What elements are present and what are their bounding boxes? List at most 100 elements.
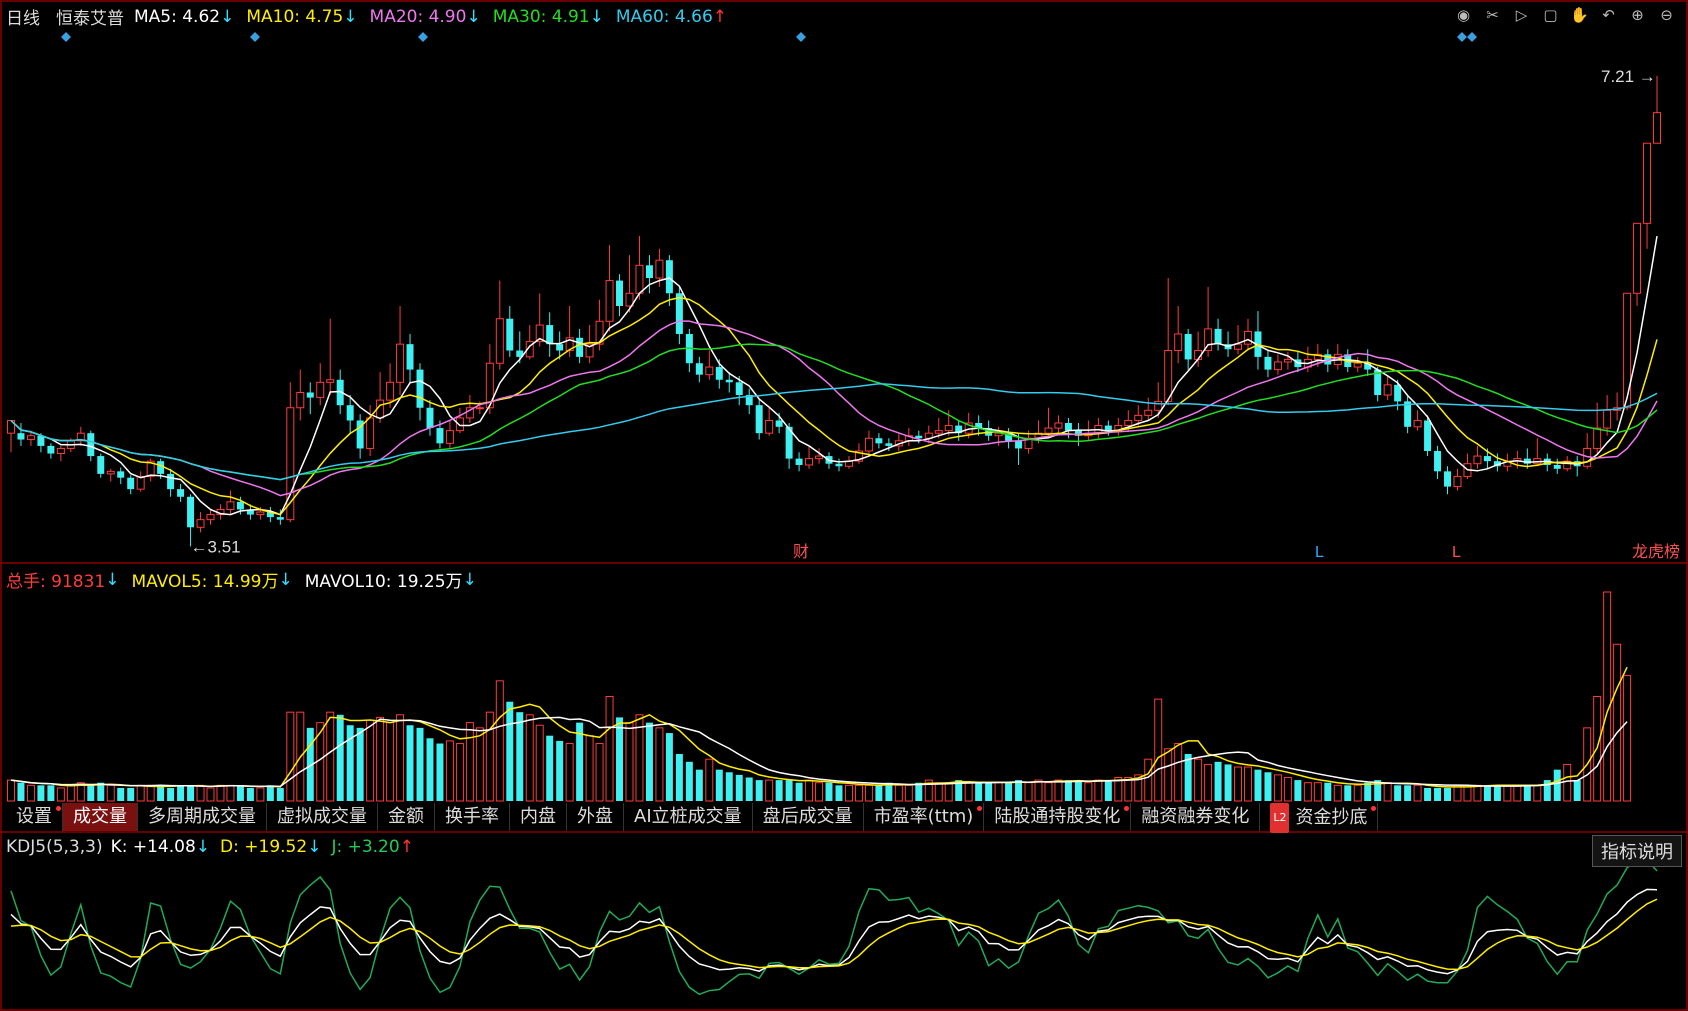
zoom-in-icon[interactable]: ⊕ <box>1628 6 1647 25</box>
candle-down <box>885 443 893 446</box>
volume-bar-up <box>1413 784 1422 802</box>
mavol5-arrow: ↓ <box>278 569 293 590</box>
candle-down <box>127 477 135 490</box>
volume-bar-up <box>1244 766 1252 802</box>
candle-down <box>1064 423 1072 431</box>
kdj-name: KDJ5(5,3,3) <box>6 837 103 857</box>
tab-6[interactable]: 内盘 <box>510 803 567 831</box>
tab-13[interactable]: L2 资金抄底 <box>1260 803 1379 833</box>
candle-down <box>187 496 195 528</box>
candle-up <box>1413 419 1422 428</box>
candle-down <box>1184 333 1192 360</box>
stock-chart[interactable]: 7.21 → ←3.51 财 L L 龙虎榜 <box>0 0 1688 1011</box>
candle-down <box>576 337 584 357</box>
volume-bar-down <box>1523 785 1531 801</box>
tab-1[interactable]: 成交量 <box>63 803 138 831</box>
candle-down <box>1434 450 1442 472</box>
ma-arrow: ↑ <box>712 6 728 27</box>
tab-label: 成交量 <box>73 806 127 827</box>
tab-5[interactable]: 换手率 <box>435 803 510 831</box>
candle-up <box>864 437 873 452</box>
scissors-icon[interactable]: ✂ <box>1483 6 1502 25</box>
volume-bar-down <box>985 782 993 801</box>
tab-10[interactable]: 市盈率(ttm) <box>864 803 985 831</box>
candle-up <box>1174 333 1183 352</box>
kdj-j-arrow: ↑ <box>399 837 414 857</box>
volume-bar-up <box>595 743 604 802</box>
indicator-tabs: 设置 成交量 多周期成交量 虚拟成交量 金额 换手率 内盘 外盘 AI立桩成交量 盘后成交量 市盈率… <box>6 803 1379 833</box>
volume-bar-down <box>875 785 883 801</box>
indicator-explain-button[interactable]: 指标说明 <box>1592 835 1682 867</box>
zoom-out-icon[interactable]: ⊖ <box>1657 6 1676 25</box>
hand-icon[interactable]: ✋ <box>1570 6 1589 25</box>
candle-down <box>1264 356 1272 370</box>
volume-bar-down <box>157 785 165 801</box>
volume-bar-up <box>904 784 913 802</box>
tab-3[interactable]: 虚拟成交量 <box>267 803 378 831</box>
candle-down <box>725 379 733 383</box>
candle-up <box>316 381 325 399</box>
volume-bar-down <box>236 785 244 801</box>
tab-label: 外盘 <box>577 806 613 827</box>
volume-bar-down <box>1254 769 1262 801</box>
volume-bar-up <box>585 735 594 802</box>
tab-dot <box>1124 806 1130 811</box>
volume-bar-down <box>1064 780 1072 801</box>
candle-up <box>1044 427 1053 434</box>
candle-down <box>1394 384 1402 402</box>
volume-bar-down <box>1324 782 1332 801</box>
candle-up <box>1154 400 1163 411</box>
volume-bar-up <box>1303 782 1312 802</box>
tab-label: 设置 <box>16 806 52 827</box>
volume-bar-down <box>1483 785 1491 801</box>
volume-bar-down <box>1444 787 1452 801</box>
tab-4[interactable]: 金额 <box>378 803 435 831</box>
volume-bar-down <box>1104 780 1112 801</box>
candle-up <box>475 407 484 410</box>
volume-bar-up <box>944 782 953 802</box>
volume-bar-down <box>17 782 25 801</box>
candle-down <box>1553 464 1561 469</box>
volume-bar-up <box>994 782 1003 802</box>
tab-11[interactable]: 陆股通持股变化 <box>984 803 1132 831</box>
volume-bar-down <box>516 712 524 801</box>
volume-bar-up <box>894 784 903 802</box>
candle-up <box>1593 427 1602 449</box>
volume-bar-down <box>645 722 653 801</box>
volume-bar-up <box>1513 784 1522 802</box>
candle-up <box>1283 358 1292 363</box>
volume-bar-down <box>117 787 125 801</box>
tab-0[interactable]: 设置 <box>6 803 63 831</box>
volume-bar-up <box>136 784 145 802</box>
candle-up <box>256 511 265 516</box>
tab-label: 金额 <box>388 806 424 827</box>
volume-bar-down <box>87 785 95 801</box>
tab-7[interactable]: 外盘 <box>567 803 624 831</box>
play-icon[interactable]: ▷ <box>1512 6 1531 25</box>
volume-bar-up <box>495 680 504 802</box>
tab-9[interactable]: 盘后成交量 <box>753 803 864 831</box>
candle-up <box>1054 422 1063 429</box>
mavol10-label: MAVOL10: 19.25万 <box>304 572 463 592</box>
volume-bar-down <box>616 717 624 801</box>
volume-bar-up <box>705 758 714 802</box>
candle-down <box>675 293 683 334</box>
volume-bar-up <box>196 784 205 802</box>
candle-up <box>296 391 305 409</box>
candle-down <box>47 445 55 454</box>
volume-bar-up <box>1333 784 1342 802</box>
volume-bar-down <box>506 701 514 801</box>
tab-12[interactable]: 融资融券变化 <box>1131 803 1261 831</box>
undo-icon[interactable]: ↶ <box>1599 6 1618 25</box>
tab-2[interactable]: 多周期成交量 <box>138 803 267 831</box>
volume-bar-down <box>745 777 753 801</box>
ma-label: MA20: 4.90 <box>369 6 467 27</box>
kdj-k: K: +14.08 <box>110 837 196 857</box>
lock-icon[interactable]: ▢ <box>1541 6 1560 25</box>
candle-up <box>226 501 235 510</box>
eye-icon[interactable]: ◉ <box>1454 6 1473 25</box>
tab-8[interactable]: AI立桩成交量 <box>624 803 753 831</box>
volume-bar-up <box>1273 774 1282 802</box>
volume-bar-down <box>1344 785 1352 801</box>
volume-bar-down <box>825 782 833 801</box>
